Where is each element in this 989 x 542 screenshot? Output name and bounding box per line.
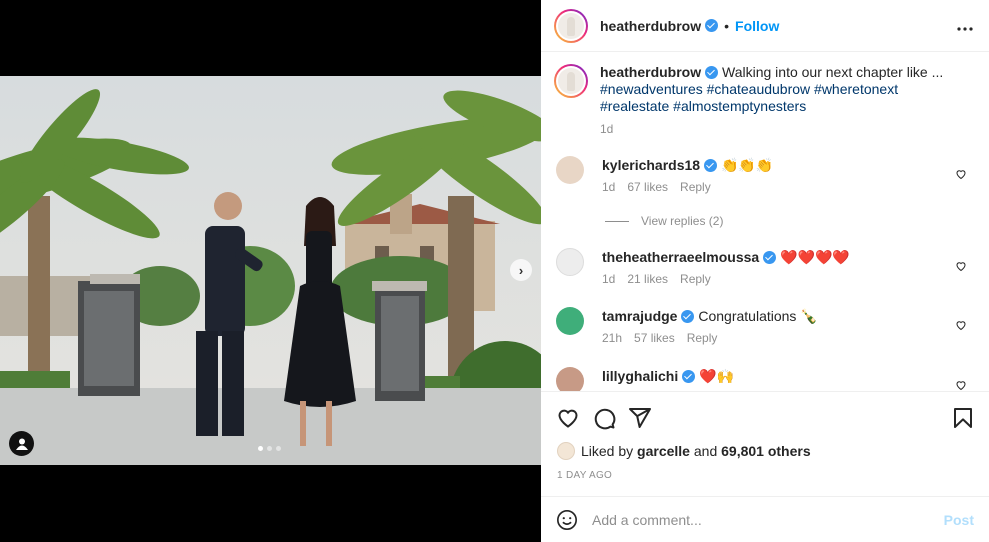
heart-icon[interactable]: [955, 319, 967, 331]
pagination-dot: [276, 446, 281, 451]
chevron-right-icon: ›: [518, 262, 524, 278]
liker-avatar[interactable]: [557, 442, 575, 460]
comment-text: Congratulations 🍾: [698, 308, 818, 324]
caption-username[interactable]: heatherdubrow: [600, 64, 701, 80]
comment-item: theheatherraeelmoussa ❤️❤️❤️❤️ 1d 21 lik…: [556, 248, 981, 288]
media-pagination: [258, 446, 281, 451]
commenter-avatar[interactable]: [556, 307, 584, 335]
reply-button[interactable]: Reply: [680, 270, 711, 288]
comment-likes[interactable]: 21 likes: [627, 270, 668, 288]
post-details-panel: heatherdubrow • Follow heatherdubrow Wal…: [541, 0, 989, 542]
comment-item: kylerichards18 👏👏👏 1d 67 likes Reply: [556, 156, 981, 196]
verified-icon: [704, 159, 718, 172]
commenter-username[interactable]: tamrajudge: [602, 308, 677, 324]
media-panel: ›: [0, 0, 541, 542]
likes-and: and: [693, 443, 718, 459]
verified-icon: [705, 66, 719, 79]
next-media-button[interactable]: ›: [510, 259, 532, 281]
separator: •: [724, 17, 730, 34]
divider: [605, 220, 629, 222]
tagged-users-button[interactable]: [9, 431, 34, 456]
comment-age: 1d: [602, 180, 616, 194]
caption-hashtags[interactable]: #newadventures #chateaudubrow #wheretone…: [600, 81, 960, 115]
post-timestamp: 1 DAY AGO: [557, 470, 613, 481]
comment-item: tamrajudge Congratulations 🍾 21h 57 like…: [556, 307, 981, 347]
emoji-icon[interactable]: [556, 509, 578, 531]
comment-age: 21h: [602, 331, 623, 345]
user-tag-icon: [15, 438, 28, 450]
likes-summary: Liked by garcelle and 69,801 others: [557, 442, 811, 460]
commenter-avatar[interactable]: [556, 367, 584, 391]
save-icon[interactable]: [951, 406, 975, 430]
post-photo[interactable]: [0, 76, 541, 465]
photo-illustration: [0, 76, 541, 465]
verified-icon: [682, 370, 696, 383]
verified-icon: [705, 19, 719, 32]
comment-text: 👏👏👏: [720, 157, 774, 173]
follow-button[interactable]: Follow: [735, 18, 779, 34]
verified-icon: [763, 251, 777, 264]
add-comment-bar: Post: [541, 496, 989, 542]
commenter-username[interactable]: lillyghalichi: [602, 368, 678, 384]
comment-input[interactable]: [592, 512, 922, 528]
comment-text: ❤️❤️❤️❤️: [780, 249, 850, 265]
pagination-dot: [267, 446, 272, 451]
view-replies-button[interactable]: View replies (2): [605, 214, 723, 228]
likes-count[interactable]: 69,801 others: [721, 443, 811, 459]
pagination-dot: [258, 446, 263, 451]
caption-age: 1d: [600, 122, 614, 136]
likes-prefix: Liked by: [581, 443, 634, 459]
verified-icon: [681, 310, 695, 323]
commenter-avatar[interactable]: [556, 156, 584, 184]
heart-icon[interactable]: [955, 260, 967, 272]
caption-text: Walking into our next chapter like ...: [722, 64, 944, 80]
comment-likes[interactable]: 57 likes: [634, 329, 675, 347]
heart-icon[interactable]: [955, 168, 967, 180]
reply-button[interactable]: Reply: [680, 178, 711, 196]
more-icon[interactable]: [957, 16, 973, 34]
commenter-username[interactable]: theheatherraeelmoussa: [602, 249, 759, 265]
author-avatar[interactable]: [554, 8, 588, 43]
post-actions: Liked by garcelle and 69,801 others 1 DA…: [541, 391, 989, 542]
post-header: heatherdubrow • Follow: [541, 0, 989, 52]
heart-icon[interactable]: [955, 379, 967, 391]
commenter-username[interactable]: kylerichards18: [602, 157, 700, 173]
commenter-avatar[interactable]: [556, 248, 584, 276]
instagram-post-view: › heatherdubrow • Follow heatherdubrow W…: [0, 0, 989, 542]
post-comment-button[interactable]: Post: [944, 512, 974, 528]
view-replies-label: View replies (2): [641, 214, 724, 228]
heart-icon[interactable]: [556, 406, 580, 430]
comment-text: ❤️🙌: [699, 368, 735, 384]
liker-username[interactable]: garcelle: [637, 443, 690, 459]
comment-age: 1d: [602, 272, 616, 286]
caption-avatar[interactable]: [554, 64, 588, 98]
comment-likes[interactable]: 67 likes: [627, 178, 668, 196]
comment-item: lillyghalichi ❤️🙌: [556, 367, 981, 391]
comment-icon[interactable]: [592, 406, 616, 430]
author-username[interactable]: heatherdubrow: [600, 18, 701, 34]
reply-button[interactable]: Reply: [687, 329, 718, 347]
share-icon[interactable]: [628, 406, 652, 430]
post-caption: heatherdubrow Walking into our next chap…: [554, 64, 979, 138]
